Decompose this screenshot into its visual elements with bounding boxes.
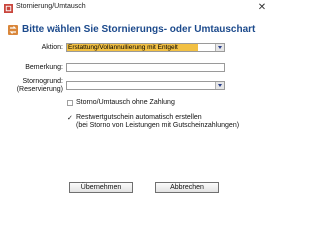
- chevron-down-icon[interactable]: [215, 44, 224, 51]
- restwertgutschein-checkbox[interactable]: ✓: [67, 115, 73, 122]
- exchange-icon: [8, 25, 18, 35]
- restwertgutschein-label: Restwertgutschein automatisch erstellen: [76, 114, 202, 121]
- stornogrund-selected-value: [67, 82, 68, 89]
- app-ticket-icon: [4, 4, 13, 13]
- storno-ohne-zahlung-label: Storno/Umtausch ohne Zahlung: [76, 99, 175, 106]
- stornogrund-select[interactable]: [66, 81, 225, 90]
- aktion-select[interactable]: Erstattung/Vollannullierung mit Entgelt: [66, 43, 225, 52]
- uebernehmen-button[interactable]: Übernehmen: [69, 182, 133, 193]
- title-bar: Stornierung/Umtausch ✕: [0, 0, 274, 17]
- close-button[interactable]: ✕: [254, 1, 270, 15]
- bemerkung-value: [67, 64, 68, 71]
- bemerkung-field[interactable]: [66, 63, 225, 72]
- bemerkung-label: Bemerkung:: [25, 64, 63, 71]
- window-title: Stornierung/Umtausch: [16, 3, 86, 10]
- aktion-selected-value: Erstattung/Vollannullierung mit Entgelt: [67, 44, 198, 51]
- stornogrund-sublabel: (Reservierung): [16, 86, 63, 93]
- restwertgutschein-sublabel: (bei Storno von Leistungen mit Gutschein…: [76, 122, 240, 129]
- abbrechen-button[interactable]: Abbrechen: [155, 182, 219, 193]
- page-title: Bitte wählen Sie Stornierungs- oder Umta…: [22, 24, 256, 35]
- storno-ohne-zahlung-checkbox[interactable]: [67, 100, 73, 106]
- aktion-label: Aktion:: [41, 44, 63, 51]
- stornogrund-label: Stornogrund:: [22, 78, 63, 85]
- stornierung-dialog: Stornierung/Umtausch ✕ Bitte wählen Sie …: [0, 0, 274, 206]
- chevron-down-icon[interactable]: [215, 82, 224, 89]
